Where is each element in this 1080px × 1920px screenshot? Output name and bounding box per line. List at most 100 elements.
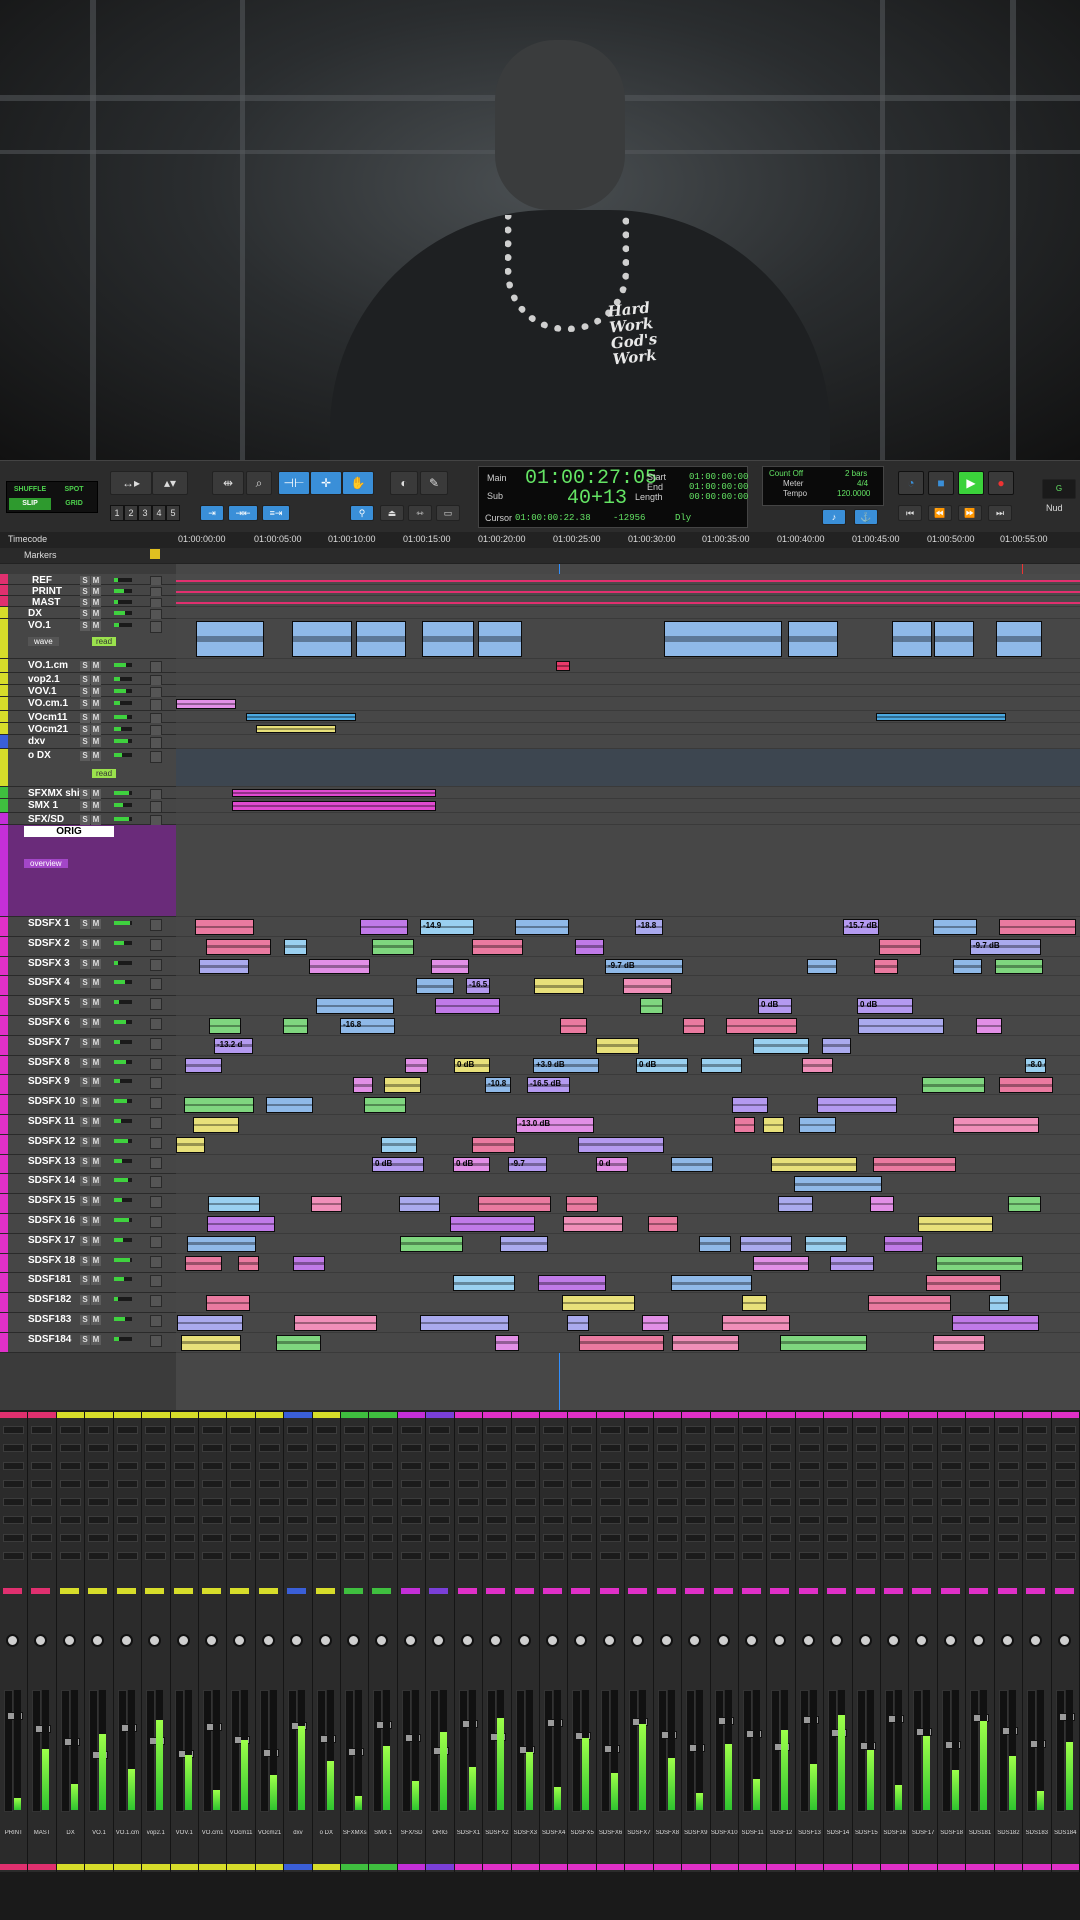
insert-slot[interactable] <box>201 1426 223 1434</box>
volume-fader-track[interactable] <box>799 1690 809 1812</box>
audio-clip[interactable] <box>381 1136 417 1153</box>
track-header[interactable]: ORIG overview <box>0 825 176 917</box>
insert-slot[interactable] <box>145 1426 167 1434</box>
audio-clip[interactable] <box>933 919 977 935</box>
insert-slot[interactable] <box>400 1426 422 1434</box>
insert-slot[interactable] <box>912 1498 934 1506</box>
audio-clip[interactable] <box>420 1315 509 1331</box>
track-name[interactable]: SDSFX 9 <box>28 1076 70 1087</box>
audio-clip[interactable] <box>472 938 523 955</box>
insert-slot[interactable] <box>969 1480 991 1488</box>
solo-button[interactable]: S <box>80 1255 90 1266</box>
audio-clip[interactable] <box>926 1275 1001 1292</box>
audio-clip[interactable] <box>794 1176 882 1193</box>
pan-knob[interactable] <box>546 1634 559 1647</box>
output-selector[interactable] <box>514 1588 534 1594</box>
count-off-bars[interactable]: 2 bars <box>845 469 867 478</box>
trim-tool[interactable]: ⊣⊢ <box>278 471 310 495</box>
clip-list-button[interactable]: ▭ <box>436 505 460 521</box>
pan-knob[interactable] <box>801 1634 815 1647</box>
insert-slot[interactable] <box>145 1480 167 1488</box>
go-to-end-icon[interactable]: ⏭ <box>988 505 1012 521</box>
track-header[interactable]: SDSFX 11 S M <box>0 1115 176 1135</box>
insert-slot[interactable] <box>344 1552 366 1560</box>
volume-fader-track[interactable] <box>202 1690 212 1812</box>
audio-clip[interactable] <box>1008 1196 1041 1212</box>
solo-button[interactable]: S <box>80 1196 90 1207</box>
output-selector[interactable] <box>798 1588 818 1594</box>
track-name[interactable]: SDSFX 6 <box>28 1017 70 1028</box>
audio-clip[interactable] <box>732 1097 768 1113</box>
audio-clip[interactable] <box>999 1077 1053 1094</box>
insert-slot[interactable] <box>969 1534 991 1542</box>
insert-slot[interactable] <box>3 1498 24 1506</box>
insert-slot[interactable] <box>741 1516 763 1524</box>
audio-clip[interactable] <box>185 1255 222 1272</box>
insert-slot[interactable] <box>514 1552 536 1560</box>
insert-slot[interactable] <box>315 1426 337 1434</box>
audio-clip[interactable] <box>995 958 1043 975</box>
track-name[interactable]: VO.1.cm <box>28 660 68 671</box>
output-selector[interactable] <box>571 1588 591 1594</box>
pan-knob[interactable] <box>1029 1634 1043 1647</box>
rewind-icon[interactable]: ⏪ <box>928 505 952 521</box>
track-lane[interactable] <box>176 697 1080 711</box>
track-name[interactable]: SDSFX 13 <box>28 1156 75 1167</box>
insert-slot[interactable] <box>145 1444 167 1452</box>
mute-button[interactable]: M <box>91 1295 101 1306</box>
audio-clip[interactable] <box>562 1295 635 1311</box>
edit-timeline[interactable]: -14.9 -18.8 -15.7 dB -9.7 dB -9.7 dB -16.5 dB… <box>176 564 1080 1410</box>
insert-slot[interactable] <box>969 1498 991 1506</box>
track-options-icon[interactable] <box>150 1295 162 1308</box>
insert-slot[interactable] <box>940 1498 962 1506</box>
solo-button[interactable]: S <box>80 725 90 735</box>
audio-clip[interactable] <box>176 1136 205 1153</box>
insert-slot[interactable] <box>628 1516 650 1524</box>
pan-knob[interactable] <box>631 1634 645 1647</box>
mute-button[interactable]: M <box>91 725 101 735</box>
audio-clip[interactable] <box>740 1235 792 1252</box>
link-selection-button[interactable]: ⇿ <box>408 505 432 521</box>
insert-slot[interactable] <box>287 1480 309 1488</box>
channel-name[interactable]: SDS182 <box>995 1830 1022 1836</box>
audio-clip[interactable] <box>534 978 584 995</box>
insert-slot[interactable] <box>798 1516 820 1524</box>
track-header[interactable]: VO.1.cm S M <box>0 659 176 673</box>
channel-name[interactable]: SDSFX3 <box>512 1830 539 1836</box>
solo-button[interactable]: S <box>80 675 90 685</box>
audio-clip[interactable]: -14.9 <box>420 919 474 935</box>
play-icon[interactable]: ▶ <box>958 471 984 495</box>
pan-knob[interactable] <box>574 1634 588 1647</box>
track-options-icon[interactable] <box>150 1334 162 1347</box>
insert-slot[interactable] <box>798 1534 820 1542</box>
audio-clip[interactable]: 0 dB <box>454 1057 490 1074</box>
insert-slot[interactable] <box>855 1444 877 1452</box>
audio-clip[interactable] <box>922 1077 985 1094</box>
volume-fader-track[interactable] <box>998 1690 1008 1812</box>
mute-button[interactable]: M <box>91 998 101 1009</box>
channel-strip[interactable]: VO.1 <box>85 1412 114 1872</box>
insert-slot[interactable] <box>315 1498 337 1506</box>
insert-slot[interactable] <box>827 1480 849 1488</box>
insert-slot[interactable] <box>344 1426 366 1434</box>
audio-clip[interactable] <box>353 1077 373 1094</box>
audio-clip[interactable] <box>399 1196 440 1212</box>
track-header[interactable]: SDSFX 14 S M <box>0 1174 176 1195</box>
audio-clip[interactable] <box>640 998 663 1014</box>
channel-strip[interactable]: SDSF11 <box>738 1412 768 1872</box>
solo-button[interactable]: S <box>80 1235 90 1246</box>
insert-slot[interactable] <box>571 1444 593 1452</box>
audio-clip[interactable]: 0 dB <box>372 1156 424 1173</box>
insert-slot[interactable] <box>230 1480 252 1488</box>
mute-button[interactable]: M <box>91 687 101 697</box>
insert-slot[interactable] <box>571 1462 593 1470</box>
insert-slot[interactable] <box>372 1444 394 1452</box>
track-header[interactable]: SFXMX shit S M <box>0 787 176 801</box>
audio-clip[interactable] <box>802 1057 833 1074</box>
audio-clip[interactable] <box>384 1077 421 1094</box>
insert-slot[interactable] <box>770 1534 792 1542</box>
output-selector[interactable] <box>88 1588 108 1594</box>
audio-clip[interactable] <box>664 621 782 657</box>
insertion-follows-button[interactable]: ⏏ <box>380 505 404 521</box>
insert-slot[interactable] <box>997 1552 1019 1560</box>
